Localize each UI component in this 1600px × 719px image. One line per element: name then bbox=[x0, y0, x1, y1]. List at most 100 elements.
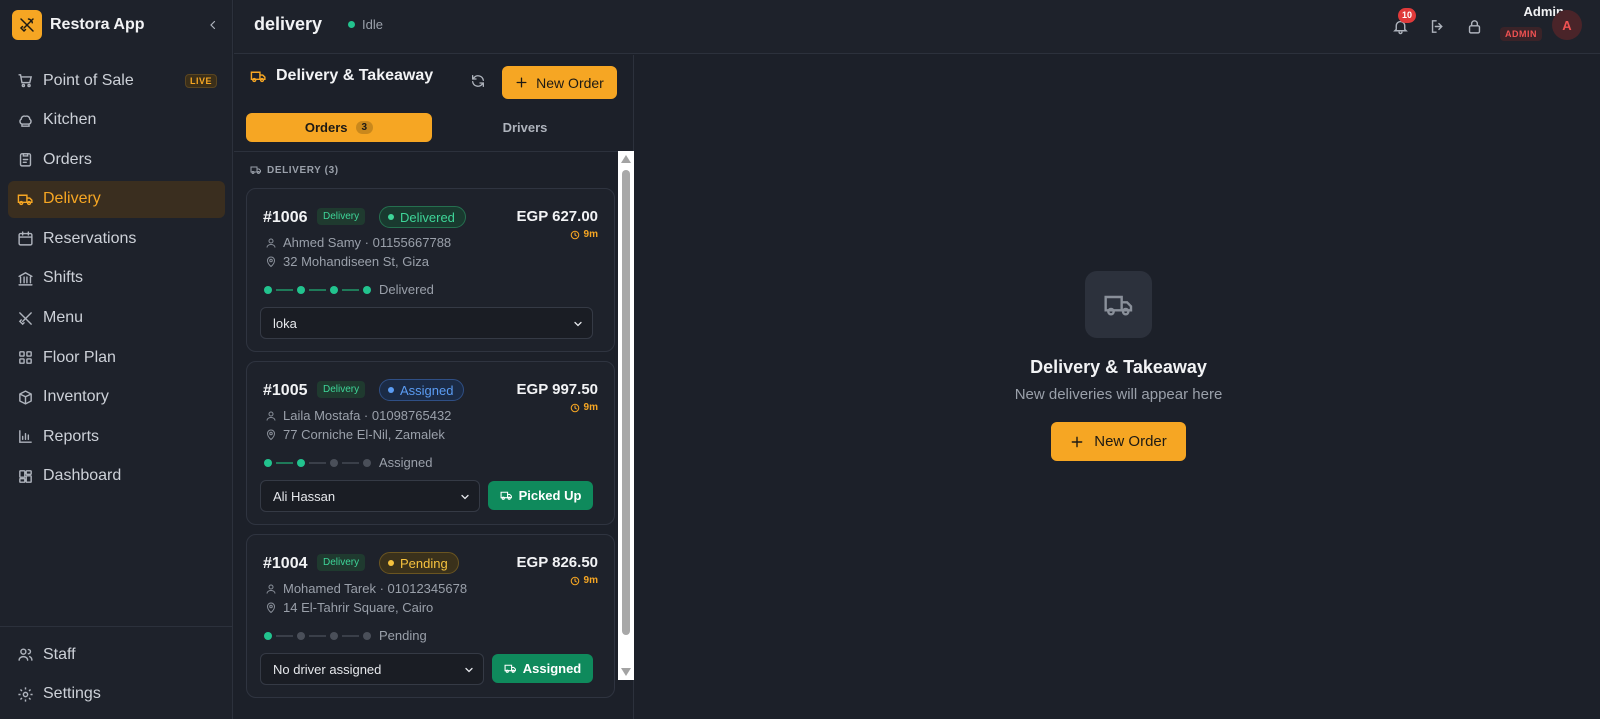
panel-title: Delivery & Takeaway bbox=[276, 67, 434, 84]
progress-label: Assigned bbox=[379, 455, 433, 470]
orders-panel: Delivery & Takeaway New Order Orders 3 D… bbox=[234, 55, 634, 719]
progress-tracker: Assigned bbox=[264, 455, 432, 470]
scroll-up-arrow[interactable] bbox=[621, 155, 631, 163]
driver-select[interactable]: No driver assigned bbox=[260, 653, 484, 685]
status-badge: Delivered bbox=[379, 206, 466, 228]
new-order-button[interactable]: New Order bbox=[502, 66, 617, 99]
plus-icon bbox=[516, 77, 527, 88]
clock-icon bbox=[570, 230, 579, 239]
sidebar-item-label: Floor Plan bbox=[43, 348, 116, 366]
dashboard-icon bbox=[19, 470, 32, 483]
status-badge: Pending bbox=[379, 552, 459, 574]
customer-info: Ahmed Samy · 01155667788 bbox=[265, 235, 451, 250]
order-card[interactable]: #1006 Delivery Delivered EGP 627.00 9m A… bbox=[246, 188, 615, 352]
status-badge-text: Assigned bbox=[400, 382, 454, 398]
sidebar-item-label: Point of Sale bbox=[43, 71, 134, 89]
chevron-down-icon bbox=[574, 321, 582, 327]
elapsed-text: 9m bbox=[583, 229, 598, 240]
customer-info: Mohamed Tarek · 01012345678 bbox=[265, 581, 467, 596]
status-text: Idle bbox=[362, 17, 383, 32]
order-type-badge: Delivery bbox=[317, 554, 366, 571]
page-title: delivery bbox=[254, 14, 323, 34]
tab-orders[interactable]: Orders 3 bbox=[246, 113, 432, 142]
picked-up-button[interactable]: Picked Up bbox=[488, 481, 593, 510]
sidebar-item-settings[interactable]: Settings bbox=[8, 676, 225, 713]
logout-button[interactable] bbox=[1427, 16, 1447, 36]
order-type-badge: Delivery bbox=[317, 208, 366, 225]
lock-icon bbox=[1468, 19, 1480, 34]
address-text: 32 Mohandiseen St, Giza bbox=[283, 254, 429, 269]
order-type-badge: Delivery bbox=[317, 381, 366, 398]
customer-text: Mohamed Tarek · 01012345678 bbox=[283, 581, 468, 596]
driver-select-value: No driver assigned bbox=[273, 661, 382, 677]
sidebar-item-inventory[interactable]: Inventory bbox=[8, 379, 225, 416]
sidebar-item-kitchen[interactable]: Kitchen bbox=[8, 102, 225, 139]
sidebar-item-label: Reports bbox=[43, 427, 100, 445]
sidebar-item-reports[interactable]: Reports bbox=[8, 418, 225, 455]
progress-tracker: Delivered bbox=[264, 282, 434, 297]
truck-icon bbox=[504, 664, 516, 673]
sidebar-item-floor-plan[interactable]: Floor Plan bbox=[8, 339, 225, 376]
sidebar-item-menu[interactable]: Menu bbox=[8, 300, 225, 337]
refresh-icon bbox=[472, 75, 484, 87]
sidebar-item-orders[interactable]: Orders bbox=[8, 141, 225, 178]
truck-icon bbox=[250, 166, 261, 174]
sidebar-item-label: Kitchen bbox=[43, 111, 97, 129]
grid-icon bbox=[19, 351, 32, 365]
panel-divider bbox=[234, 151, 634, 152]
elapsed-text: 9m bbox=[583, 575, 598, 586]
order-card[interactable]: #1005 Delivery Assigned EGP 997.50 9m La… bbox=[246, 361, 615, 525]
lock-screen-button[interactable] bbox=[1464, 16, 1484, 36]
user-icon bbox=[266, 584, 276, 594]
sidebar-item-label: Inventory bbox=[43, 388, 109, 406]
tab-drivers[interactable]: Drivers bbox=[432, 113, 618, 142]
map-pin-icon bbox=[266, 429, 276, 440]
sidebar-item-shifts[interactable]: Shifts bbox=[8, 260, 225, 297]
sidebar-item-point-of-sale[interactable]: Point of Sale LIVE bbox=[8, 62, 225, 99]
sidebar-divider bbox=[0, 626, 233, 627]
refresh-button[interactable] bbox=[470, 73, 488, 91]
section-label-text: DELIVERY (3) bbox=[267, 164, 339, 176]
connection-status: Idle bbox=[348, 17, 383, 32]
scroll-down-arrow[interactable] bbox=[621, 668, 631, 676]
sidebar-item-delivery[interactable]: Delivery bbox=[8, 180, 225, 218]
sidebar-bottom-nav: Staff Settings bbox=[8, 636, 225, 715]
driver-select[interactable]: loka bbox=[260, 307, 593, 339]
chef-hat-icon bbox=[19, 114, 32, 127]
sidebar-item-label: Orders bbox=[43, 150, 92, 168]
chevron-down-icon bbox=[465, 667, 473, 673]
tab-label: Orders bbox=[304, 120, 348, 135]
sidebar-item-label: Staff bbox=[43, 645, 76, 663]
status-badge-text: Pending bbox=[400, 555, 448, 571]
sidebar-item-dashboard[interactable]: Dashboard bbox=[8, 458, 225, 495]
truck-icon bbox=[250, 71, 266, 82]
empty-new-order-button[interactable]: New Order bbox=[1051, 422, 1186, 461]
avatar[interactable]: A bbox=[1552, 10, 1582, 40]
elapsed-time: 9m bbox=[570, 229, 598, 240]
sidebar-item-label: Menu bbox=[43, 309, 84, 327]
panel-header: Delivery & Takeaway bbox=[250, 67, 433, 85]
collapse-sidebar-button[interactable] bbox=[204, 16, 222, 34]
order-price: EGP 826.50 bbox=[516, 554, 598, 571]
driver-select[interactable]: Ali Hassan bbox=[260, 480, 480, 512]
progress-label: Pending bbox=[379, 628, 427, 643]
order-price: EGP 997.50 bbox=[516, 381, 598, 398]
clock-icon bbox=[570, 576, 579, 585]
map-pin-icon bbox=[266, 256, 276, 267]
panel-tabs: Orders 3 Drivers bbox=[246, 113, 622, 143]
assigned-button[interactable]: Assigned bbox=[492, 654, 593, 683]
address-info: 14 El-Tahrir Square, Cairo bbox=[265, 600, 433, 615]
chevron-down-icon bbox=[461, 494, 469, 500]
scrollbar-thumb[interactable] bbox=[622, 170, 630, 635]
order-number: #1004 bbox=[263, 555, 308, 572]
order-card[interactable]: #1004 Delivery Pending EGP 826.50 9m Moh… bbox=[246, 534, 615, 698]
gear-icon bbox=[18, 687, 33, 702]
customer-text: Ahmed Samy · 01155667788 bbox=[283, 235, 452, 250]
sidebar-item-reservations[interactable]: Reservations bbox=[8, 220, 225, 257]
elapsed-text: 9m bbox=[583, 402, 598, 413]
notification-count-badge: 10 bbox=[1398, 8, 1416, 23]
customer-info: Laila Mostafa · 01098765432 bbox=[265, 408, 451, 423]
sidebar-item-staff[interactable]: Staff bbox=[8, 636, 225, 673]
orders-scrollbar[interactable] bbox=[618, 151, 634, 680]
sidebar-item-label: Settings bbox=[43, 685, 101, 703]
